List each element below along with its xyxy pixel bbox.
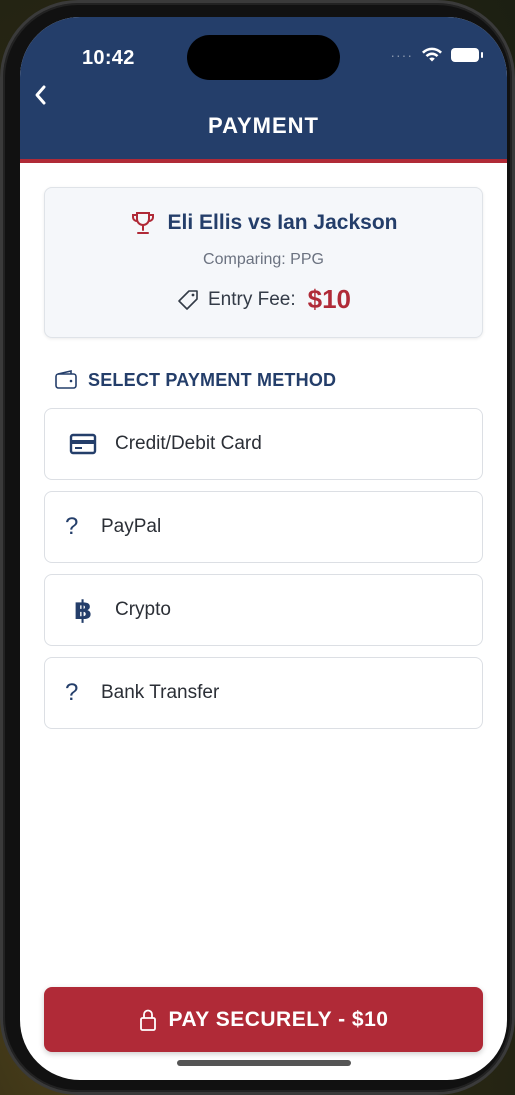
bitcoin-glyph: ฿ bbox=[73, 594, 93, 625]
payment-option-label: Bank Transfer bbox=[101, 682, 220, 703]
payment-option-label: Credit/Debit Card bbox=[115, 433, 262, 454]
entry-fee-row: Entry Fee: $10 bbox=[45, 284, 482, 315]
battery-icon bbox=[451, 48, 483, 62]
match-title: Eli Ellis vs Ian Jackson bbox=[167, 211, 398, 234]
entry-fee-label: Entry Fee: bbox=[207, 288, 296, 310]
app-screen: 10:42 ···· PAYMENT Eli Ellis vs Ian Jack… bbox=[20, 17, 507, 1080]
pay-button-label: PAY SECURELY - $10 bbox=[168, 1007, 389, 1031]
question-icon: ? bbox=[65, 513, 79, 540]
payment-option-label: PayPal bbox=[101, 516, 162, 537]
match-title-row: Eli Ellis vs Ian Jackson bbox=[45, 210, 482, 236]
wifi-icon bbox=[422, 47, 442, 62]
payment-option-crypto[interactable]: ฿ Crypto bbox=[44, 574, 483, 646]
status-icons: ···· bbox=[390, 47, 483, 63]
home-indicator[interactable] bbox=[177, 1060, 351, 1066]
match-card: Eli Ellis vs Ian Jackson Comparing: PPG … bbox=[44, 187, 483, 338]
payment-method-heading: SELECT PAYMENT METHOD bbox=[54, 369, 336, 391]
credit-card-icon bbox=[63, 433, 103, 455]
tag-icon bbox=[178, 289, 198, 310]
dynamic-island bbox=[187, 35, 340, 80]
wallet-icon bbox=[55, 369, 77, 389]
phone-frame: 10:42 ···· PAYMENT Eli Ellis vs Ian Jack… bbox=[0, 0, 515, 1095]
status-time: 10:42 bbox=[82, 47, 135, 69]
lock-icon bbox=[139, 1009, 156, 1031]
payment-option-paypal[interactable]: ? PayPal bbox=[44, 491, 483, 563]
comparing-stat: Comparing: PPG bbox=[203, 251, 324, 268]
chevron-left-icon bbox=[35, 85, 46, 105]
bitcoin-icon: ฿ bbox=[63, 595, 103, 626]
pay-securely-button[interactable]: PAY SECURELY - $10 bbox=[44, 987, 483, 1052]
payment-option-bank-transfer[interactable]: ? Bank Transfer bbox=[44, 657, 483, 729]
payment-option-label: Crypto bbox=[115, 599, 171, 620]
question-icon: ? bbox=[65, 679, 79, 706]
signal-icon: ···· bbox=[390, 47, 413, 63]
payment-option-card[interactable]: Credit/Debit Card bbox=[44, 408, 483, 480]
entry-fee-amount: $10 bbox=[307, 284, 352, 314]
back-button[interactable] bbox=[26, 81, 54, 109]
page-title: PAYMENT bbox=[208, 113, 319, 138]
trophy-icon bbox=[131, 212, 154, 234]
header-bar: 10:42 ···· PAYMENT bbox=[20, 17, 507, 163]
section-title: SELECT PAYMENT METHOD bbox=[88, 369, 337, 390]
